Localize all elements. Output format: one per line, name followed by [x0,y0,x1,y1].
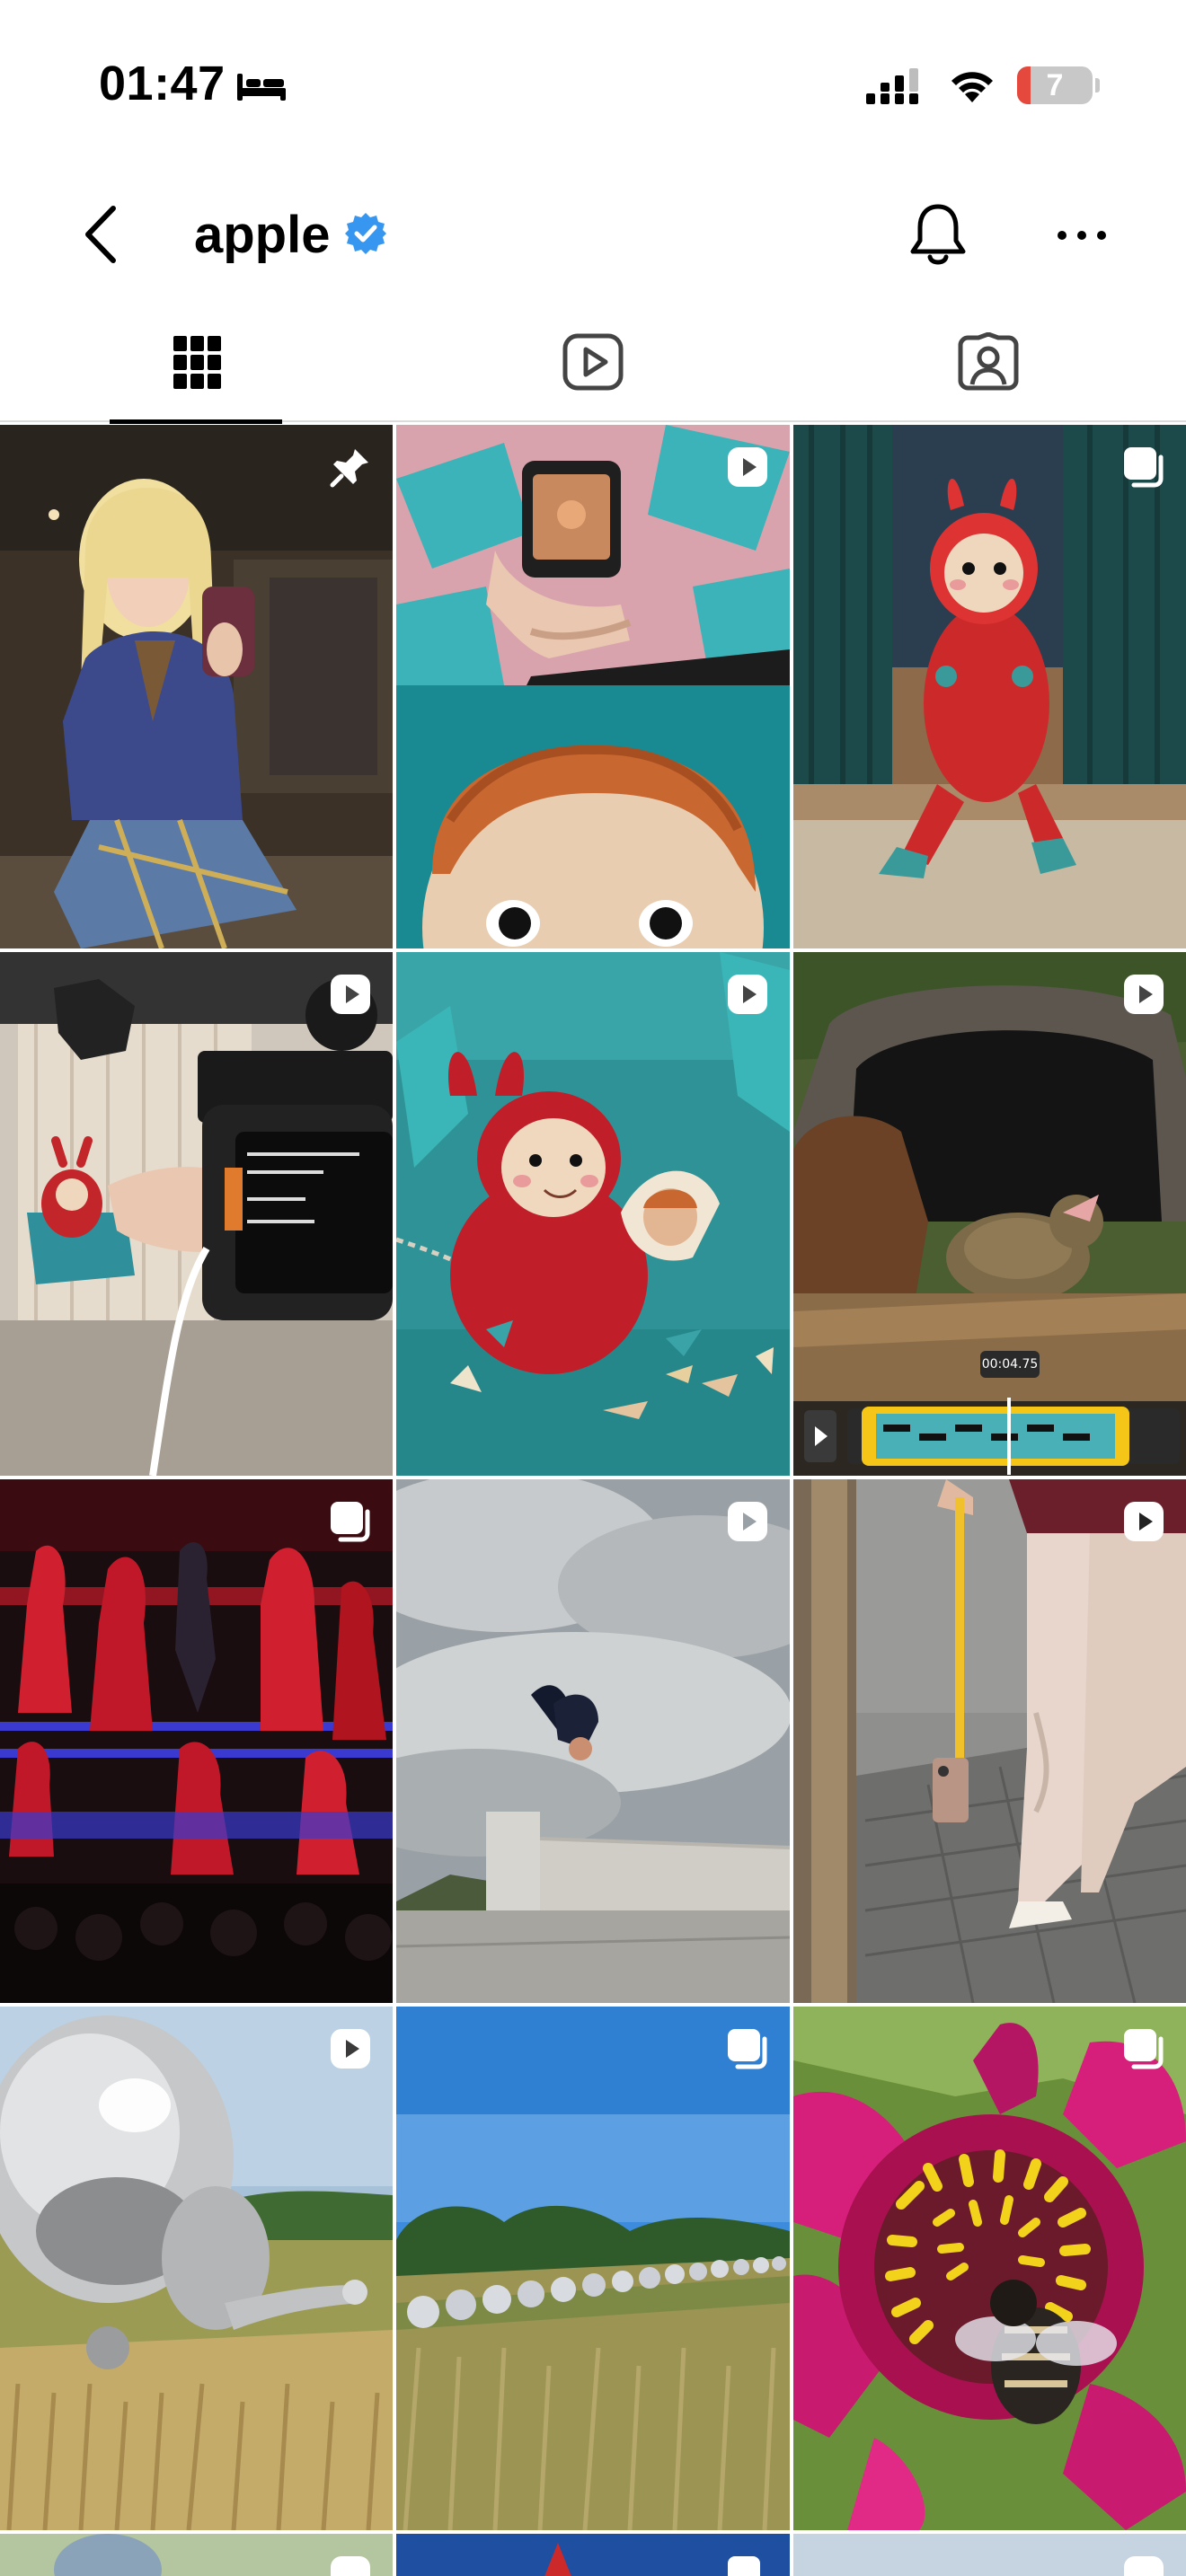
post-image [396,2007,790,2530]
post-tile[interactable] [793,2534,1186,2576]
profile-header: apple [0,171,1186,296]
notifications-button[interactable] [906,201,970,269]
profile-screen: 01:47 7 apple 00:04.75 [0,0,1186,2576]
reel-icon [725,972,770,1017]
post-tile[interactable] [396,952,790,1476]
posts-grid: 00:04.75 [0,425,1186,2576]
carousel-icon [725,2554,770,2576]
post-image [396,1479,790,2003]
grid-icon [173,336,221,389]
sleep-bed-icon [237,74,286,101]
post-image [793,425,1186,948]
profile-username: apple [194,206,331,264]
post-tile[interactable]: 00:04.75 [793,952,1186,1476]
post-tile[interactable] [0,2534,393,2576]
reel-icon [1121,2554,1166,2576]
reel-icon [1121,972,1166,1017]
reel-icon [328,972,373,1017]
selected-tab-indicator [110,419,282,424]
notification-bell-icon [910,204,966,265]
post-tile[interactable] [0,425,393,948]
battery-level: 7 [1046,68,1064,102]
post-tile[interactable] [396,425,790,948]
post-image [793,2007,1186,2530]
pin-icon [328,445,373,490]
post-tile[interactable] [0,1479,393,2003]
post-image [0,2007,393,2530]
reel-icon [725,445,770,490]
post-tile[interactable] [396,1479,790,2003]
reel-icon [1121,1499,1166,1544]
reels-play-icon [562,333,624,391]
carousel-icon [725,2026,770,2071]
battery-indicator: 7 [1017,66,1100,104]
tab-tagged[interactable] [791,305,1186,422]
video-scrubber-time: 00:04.75 [981,1357,1039,1372]
carousel-icon [328,1499,373,1544]
more-options-icon [1058,231,1106,240]
post-tile[interactable] [396,2534,790,2576]
status-bar: 01:47 7 [0,0,1186,171]
profile-tabs [0,305,1186,424]
status-time: 01:47 [99,57,226,110]
post-image [793,952,1186,1476]
post-image [0,952,393,1476]
post-image [793,1479,1186,2003]
post-tile[interactable] [793,1479,1186,2003]
verified-badge-icon [345,213,386,254]
reel-icon [328,2554,373,2576]
battery-cap [1095,78,1100,93]
post-image [0,1479,393,2003]
reel-icon [328,2026,373,2071]
reel-icon [725,1499,770,1544]
back-button[interactable] [70,198,133,271]
carousel-icon [1121,2026,1166,2071]
back-chevron-icon [85,206,116,263]
carousel-icon [1121,445,1166,490]
post-image [396,425,790,948]
wifi-icon [951,72,993,102]
cellular-signal-icon [866,68,918,104]
post-tile[interactable] [793,2007,1186,2530]
post-tile[interactable] [0,2007,393,2530]
post-tile[interactable] [396,2007,790,2530]
post-image [396,952,790,1476]
post-image [0,425,393,948]
post-tile[interactable] [0,952,393,1476]
tagged-person-icon [958,332,1019,391]
more-options-button[interactable] [1049,210,1114,260]
post-tile[interactable] [793,425,1186,948]
tab-posts-grid[interactable] [0,305,395,424]
battery-icon: 7 [1017,66,1093,104]
tab-reels[interactable] [395,305,791,422]
